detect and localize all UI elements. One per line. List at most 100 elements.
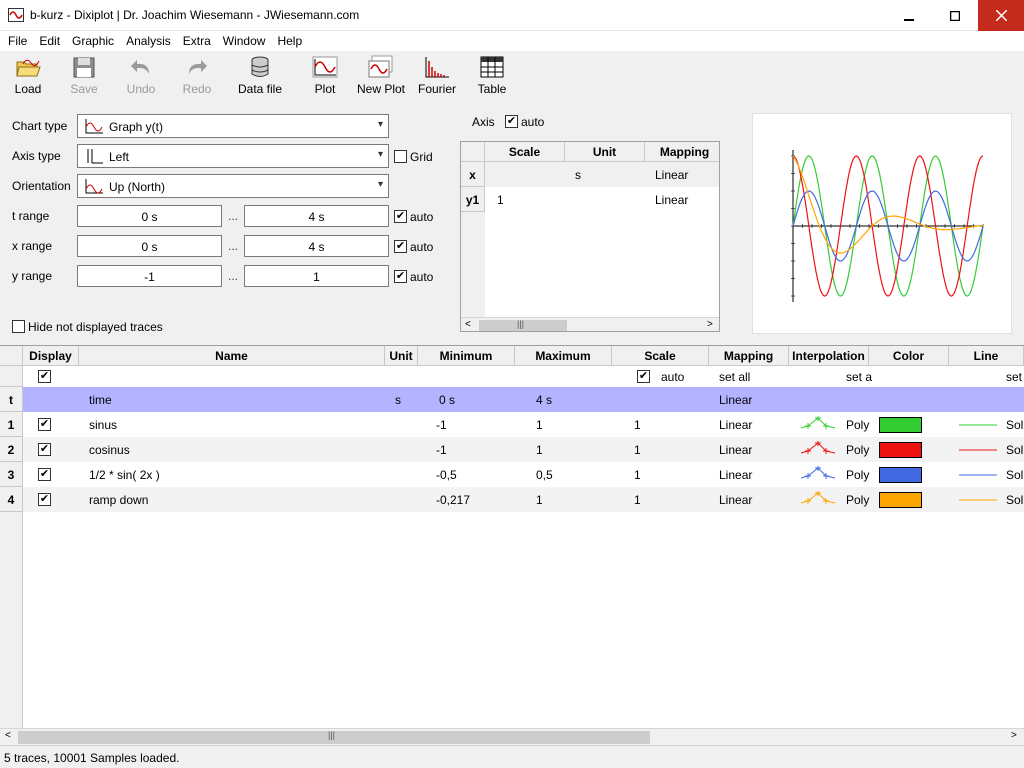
trace-name[interactable]: ramp down [89,493,148,507]
trace-minimum[interactable]: -0,217 [436,493,470,507]
header-mapping[interactable]: Mapping [709,346,789,366]
axis-y1-scale[interactable]: 1 [497,193,504,207]
trace-display-checkbox[interactable]: ✔ [38,443,51,456]
orientation-combo[interactable]: Up (North) ▾ [77,174,389,198]
trace-line-style[interactable]: Sol [1006,493,1023,507]
axis-type-combo[interactable]: Left ▾ [77,144,389,168]
menu-extra[interactable]: Extra [179,34,215,48]
axis-header-scale[interactable]: Scale [485,142,565,162]
trace-display-checkbox[interactable]: ✔ [38,418,51,431]
time-unit[interactable]: s [395,393,401,407]
axis-x-unit[interactable]: s [575,168,581,182]
time-row[interactable]: t time s 0 s 4 s Linear [0,387,1024,412]
trace-minimum[interactable]: -1 [436,418,447,432]
plot-preview[interactable] [752,113,1012,334]
trace-scale[interactable]: 1 [634,493,641,507]
trace-row[interactable]: 2 ✔ cosinus -1 1 1 Linear Poly Sol [0,437,1024,462]
display-all-checkbox[interactable]: ✔ [38,370,51,383]
data-file-button[interactable]: Data file [236,55,284,96]
hide-traces-checkbox[interactable] [12,320,25,333]
undo-button[interactable]: Undo [124,55,158,96]
trace-maximum[interactable]: 1 [536,443,543,457]
new-plot-button[interactable]: New Plot [355,55,407,96]
scroll-right-icon[interactable]: > [707,319,713,330]
trace-line-style[interactable]: Sol [1006,443,1023,457]
header-interpolation[interactable]: Interpolation [789,346,869,366]
trace-scale[interactable]: 1 [634,468,641,482]
trace-minimum[interactable]: -0,5 [436,468,457,482]
menu-file[interactable]: File [4,34,31,48]
time-name[interactable]: time [89,393,112,407]
trace-row[interactable]: 1 ✔ sinus -1 1 1 Linear Poly Sol [0,412,1024,437]
trace-row[interactable]: 3 ✔ 1/2 * sin( 2x ) -0,5 0,5 1 Linear Poly Sol [0,462,1024,487]
scale-auto-checkbox[interactable]: ✔ [637,370,650,383]
plot-button[interactable]: Plot [310,55,340,96]
trace-display-checkbox[interactable]: ✔ [38,493,51,506]
axis-y1-mapping[interactable]: Linear [655,193,688,207]
trace-scale[interactable]: 1 [634,418,641,432]
close-button[interactable] [978,0,1024,31]
y-range-max-input[interactable]: 1 [244,265,389,287]
fourier-button[interactable]: Fourier [416,55,458,96]
t-range-min-input[interactable]: 0 s [77,205,222,227]
trace-display-checkbox[interactable]: ✔ [38,468,51,481]
axis-x-mapping[interactable]: Linear [655,168,688,182]
axis-header-mapping[interactable]: Mapping [645,142,719,162]
header-unit[interactable]: Unit [385,346,418,366]
trace-name[interactable]: 1/2 * sin( 2x ) [89,468,160,482]
time-mapping[interactable]: Linear [719,393,752,407]
trace-mapping[interactable]: Linear [719,418,752,432]
trace-scale[interactable]: 1 [634,443,641,457]
trace-interpolation[interactable]: Poly [846,443,869,457]
scroll-right-icon[interactable]: > [1011,730,1017,741]
header-color[interactable]: Color [869,346,949,366]
header-display[interactable]: Display [23,346,79,366]
interpolation-set-all[interactable]: set a [846,370,872,384]
trace-table-scrollbar[interactable]: < ||| > [0,728,1024,745]
trace-interpolation[interactable]: Poly [846,468,869,482]
trace-color-swatch[interactable] [879,417,922,433]
header-maximum[interactable]: Maximum [515,346,612,366]
trace-line-style[interactable]: Sol [1006,468,1023,482]
scroll-left-icon[interactable]: < [5,730,11,741]
grid-checkbox[interactable] [394,150,407,163]
t-range-max-input[interactable]: 4 s [244,205,389,227]
header-line[interactable]: Line [949,346,1024,366]
scroll-left-icon[interactable]: < [465,319,471,330]
trace-row[interactable]: 4 ✔ ramp down -0,217 1 1 Linear Poly Sol [0,487,1024,512]
trace-mapping[interactable]: Linear [719,493,752,507]
menu-help[interactable]: Help [273,34,306,48]
scrollbar-thumb[interactable]: ||| [18,730,650,744]
line-set-all[interactable]: set [1006,370,1022,384]
menu-edit[interactable]: Edit [35,34,64,48]
trace-interpolation[interactable]: Poly [846,493,869,507]
y-range-auto-checkbox[interactable]: ✔ [394,270,407,283]
scrollbar-thumb[interactable]: ||| [479,319,567,331]
t-range-auto-checkbox[interactable]: ✔ [394,210,407,223]
x-range-min-input[interactable]: 0 s [77,235,222,257]
x-range-auto-checkbox[interactable]: ✔ [394,240,407,253]
load-button[interactable]: Load [12,55,44,96]
menu-analysis[interactable]: Analysis [122,34,175,48]
header-name[interactable]: Name [79,346,385,366]
save-button[interactable]: Save [68,55,100,96]
trace-color-swatch[interactable] [879,442,922,458]
x-range-max-input[interactable]: 4 s [244,235,389,257]
trace-color-swatch[interactable] [879,492,922,508]
header-scale[interactable]: Scale [612,346,709,366]
trace-maximum[interactable]: 1 [536,418,543,432]
minimize-button[interactable] [886,0,932,31]
time-maximum[interactable]: 4 s [536,393,552,407]
trace-minimum[interactable]: -1 [436,443,447,457]
trace-color-swatch[interactable] [879,467,922,483]
maximize-button[interactable] [932,0,978,31]
trace-line-style[interactable]: Sol [1006,418,1023,432]
trace-name[interactable]: sinus [89,418,117,432]
axis-auto-checkbox[interactable]: ✔ [505,115,518,128]
axis-table-scrollbar[interactable]: < ||| > [461,317,719,331]
axis-header-unit[interactable]: Unit [565,142,645,162]
time-minimum[interactable]: 0 s [439,393,455,407]
menu-window[interactable]: Window [219,34,270,48]
menu-graphic[interactable]: Graphic [68,34,118,48]
trace-maximum[interactable]: 1 [536,493,543,507]
